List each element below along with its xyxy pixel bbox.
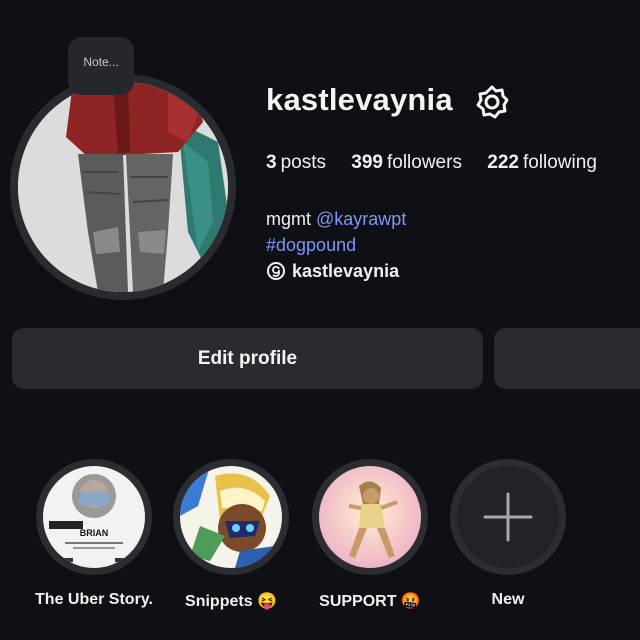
highlight-cover: [319, 466, 421, 568]
highlight-label: Snippets 😝: [185, 593, 277, 610]
bio: mgmt @kayrawpt #dogpound kastlevaynia: [266, 206, 406, 284]
note-text: Note...: [83, 55, 119, 69]
highlight-uber-story[interactable]: BRIAN The Uber Story.: [34, 459, 154, 609]
highlight-label: The Uber Story.: [35, 591, 153, 608]
highlight-label: New: [491, 591, 525, 608]
profile-page: Note... kastlevaynia 3 posts 399 followers…: [0, 0, 640, 640]
highlight-support[interactable]: SUPPORT 🤬: [310, 459, 430, 611]
highlight-cover: BRIAN: [43, 466, 145, 568]
edit-profile-button[interactable]: Edit profile: [12, 328, 483, 389]
followers-count: 399: [351, 152, 383, 173]
highlight-snippets[interactable]: Snippets 😝: [171, 459, 291, 611]
edit-profile-label: Edit profile: [197, 347, 298, 369]
posts-label: posts: [280, 152, 326, 173]
highlight-ring: [312, 459, 428, 575]
username: kastlevaynia: [266, 82, 453, 117]
following-stat[interactable]: 222 following: [487, 152, 597, 174]
highlight-cover-image: [319, 466, 421, 568]
threads-link[interactable]: kastlevaynia: [266, 258, 406, 284]
avatar-image: [18, 82, 228, 292]
gear-icon[interactable]: [474, 84, 510, 120]
highlight-cover-image: BRIAN: [43, 466, 145, 568]
followers-label: followers: [386, 152, 462, 173]
highlight-ring: [450, 459, 566, 575]
posts-count: 3: [266, 152, 277, 173]
mention-link[interactable]: @kayrawpt: [316, 209, 406, 229]
view-archive-button[interactable]: [494, 328, 640, 389]
bio-prefix: mgmt: [266, 209, 311, 229]
highlight-cover: [180, 466, 282, 568]
highlight-cover-text: BRIAN: [80, 528, 109, 538]
threads-icon: [267, 262, 285, 280]
profile-stats: 3 posts 399 followers 222 following: [266, 152, 617, 174]
highlight-label: SUPPORT 🤬: [319, 593, 421, 610]
bio-line-1: mgmt @kayrawpt: [266, 206, 406, 232]
plus-icon: [483, 492, 533, 542]
highlight-ring: [173, 459, 289, 575]
new-highlight-circle: [457, 466, 559, 568]
note-bubble[interactable]: Note...: [68, 37, 134, 95]
following-count: 222: [487, 152, 519, 173]
highlight-new[interactable]: New: [448, 459, 568, 609]
highlight-cover-image: [180, 466, 282, 568]
posts-stat[interactable]: 3 posts: [266, 152, 326, 174]
threads-handle: kastlevaynia: [292, 261, 400, 281]
avatar[interactable]: [18, 82, 228, 292]
avatar-ring[interactable]: [10, 74, 236, 300]
hashtag-link[interactable]: #dogpound: [266, 235, 356, 255]
following-label: following: [522, 152, 597, 173]
followers-stat[interactable]: 399 followers: [351, 152, 462, 174]
highlight-ring: BRIAN: [36, 459, 152, 575]
